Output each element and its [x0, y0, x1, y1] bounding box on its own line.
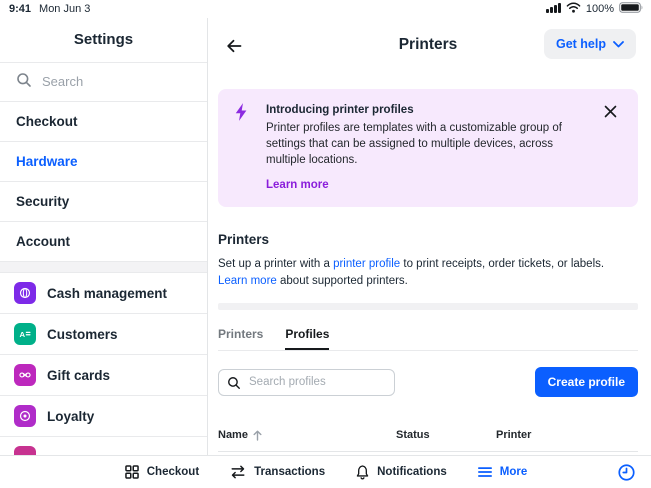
sidebar-item-label: Checkout	[16, 114, 78, 129]
learn-more-link[interactable]: Learn more	[218, 275, 277, 287]
banner-title: Introducing printer profiles	[266, 104, 594, 116]
sidebar-item-label: Loyalty	[47, 409, 94, 424]
bottom-nav-label: Notifications	[377, 466, 447, 478]
description-text: to print receipts, order tickets, or lab…	[400, 258, 604, 270]
bell-icon	[355, 464, 370, 481]
section-separator-bar	[218, 303, 638, 310]
banner-body: Printer profiles are templates with a cu…	[266, 120, 594, 168]
status-time: 9:41	[9, 3, 31, 15]
bottom-nav-label: More	[500, 466, 527, 478]
column-label: Name	[218, 429, 248, 441]
cellular-signal-icon	[546, 3, 561, 16]
column-header-status[interactable]: Status	[396, 429, 496, 441]
search-icon	[227, 376, 241, 390]
sort-ascending-icon	[253, 430, 262, 441]
sidebar-section-spacer	[0, 261, 207, 274]
table-header-row: Name Status Printer	[218, 423, 638, 451]
bottom-nav-checkout[interactable]: Checkout	[124, 464, 199, 480]
get-help-button[interactable]: Get help	[544, 29, 636, 59]
sidebar-search-placeholder: Search	[42, 74, 83, 89]
sidebar-item-loyalty[interactable]: Loyalty	[0, 396, 207, 436]
tab-profiles[interactable]: Profiles	[285, 327, 329, 350]
bottom-nav-notifications[interactable]: Notifications	[355, 464, 447, 481]
sidebar-item-label: Gift cards	[47, 368, 110, 383]
bottom-nav-transactions[interactable]: Transactions	[229, 464, 325, 480]
sidebar-item-hardware[interactable]: Hardware	[0, 142, 207, 181]
sidebar-item-clipped[interactable]	[0, 446, 207, 455]
battery-icon	[619, 2, 644, 16]
sidebar-item-security[interactable]: Security	[0, 182, 207, 221]
loyalty-icon	[14, 405, 36, 427]
description-text: about supported printers.	[277, 275, 408, 287]
description-text: Set up a printer with a	[218, 258, 333, 270]
back-button[interactable]	[224, 35, 246, 57]
settings-sidebar: Settings Search Checkout Hardware Securi…	[0, 18, 208, 455]
bottom-nav-label: Transactions	[254, 466, 325, 478]
app-window: 9:41 Mon Jun 3 100% Settings	[0, 0, 651, 488]
bottom-nav-more[interactable]: More	[477, 465, 527, 479]
grid-icon	[124, 464, 140, 480]
banner-learn-more-link[interactable]: Learn more	[266, 179, 329, 191]
column-header-name[interactable]: Name	[218, 429, 396, 441]
tab-printers[interactable]: Printers	[218, 327, 263, 350]
sidebar-item-label: Hardware	[16, 154, 78, 169]
sidebar-item-label: Customers	[47, 327, 118, 342]
column-header-printer[interactable]: Printer	[496, 429, 574, 441]
svg-text:A: A	[20, 330, 26, 339]
status-date: Mon Jun 3	[39, 3, 90, 15]
sidebar-item-checkout[interactable]: Checkout	[0, 102, 207, 141]
status-bar: 9:41 Mon Jun 3 100%	[0, 0, 651, 18]
sidebar-item-account[interactable]: Account	[0, 222, 207, 261]
sidebar-item-label: Account	[16, 234, 70, 249]
search-profiles-box	[218, 369, 395, 396]
gift-cards-icon	[14, 364, 36, 386]
search-icon	[16, 72, 32, 91]
wifi-icon	[566, 2, 581, 16]
sidebar-title: Settings	[0, 18, 207, 62]
sidebar-item-label: Security	[16, 194, 69, 209]
sidebar-search-input[interactable]: Search	[0, 63, 207, 101]
cash-management-icon	[14, 282, 36, 304]
get-help-label: Get help	[556, 37, 606, 51]
clock-icon[interactable]	[617, 463, 636, 487]
bottom-nav-label: Checkout	[147, 466, 199, 478]
battery-percent: 100%	[586, 3, 614, 15]
customers-icon: A	[14, 323, 36, 345]
bottom-nav-bar: Checkout Transactions Notifications More	[0, 455, 651, 488]
page-header: Printers Get help	[218, 18, 638, 72]
section-title: Printers	[218, 232, 638, 247]
hamburger-icon	[477, 465, 493, 479]
profiles-toolbar: Create profile	[218, 367, 638, 397]
transfer-arrows-icon	[229, 464, 247, 480]
create-profile-button[interactable]: Create profile	[535, 367, 638, 397]
section-description: Set up a printer with a printer profile …	[218, 256, 628, 290]
divider	[0, 436, 207, 437]
search-profiles-input[interactable]	[218, 369, 395, 396]
main-content: Printers Get help Introducing printer pr…	[208, 18, 651, 455]
chevron-down-icon	[613, 41, 624, 48]
sidebar-item-cash-management[interactable]: Cash management	[0, 273, 207, 313]
printer-profile-link[interactable]: printer profile	[333, 258, 400, 270]
sidebar-item-label: Cash management	[47, 286, 167, 301]
lightning-bolt-icon	[232, 102, 256, 193]
printer-profiles-banner: Introducing printer profiles Printer pro…	[218, 89, 638, 207]
sidebar-item-gift-cards[interactable]: Gift cards	[0, 355, 207, 395]
close-icon[interactable]	[604, 105, 624, 193]
profiles-table: Name Status Printer Profile A Receipts D…	[218, 423, 638, 455]
sidebar-item-customers[interactable]: A Customers	[0, 314, 207, 354]
tab-bar: Printers Profiles	[218, 327, 638, 351]
clipped-app-icon	[14, 446, 36, 455]
